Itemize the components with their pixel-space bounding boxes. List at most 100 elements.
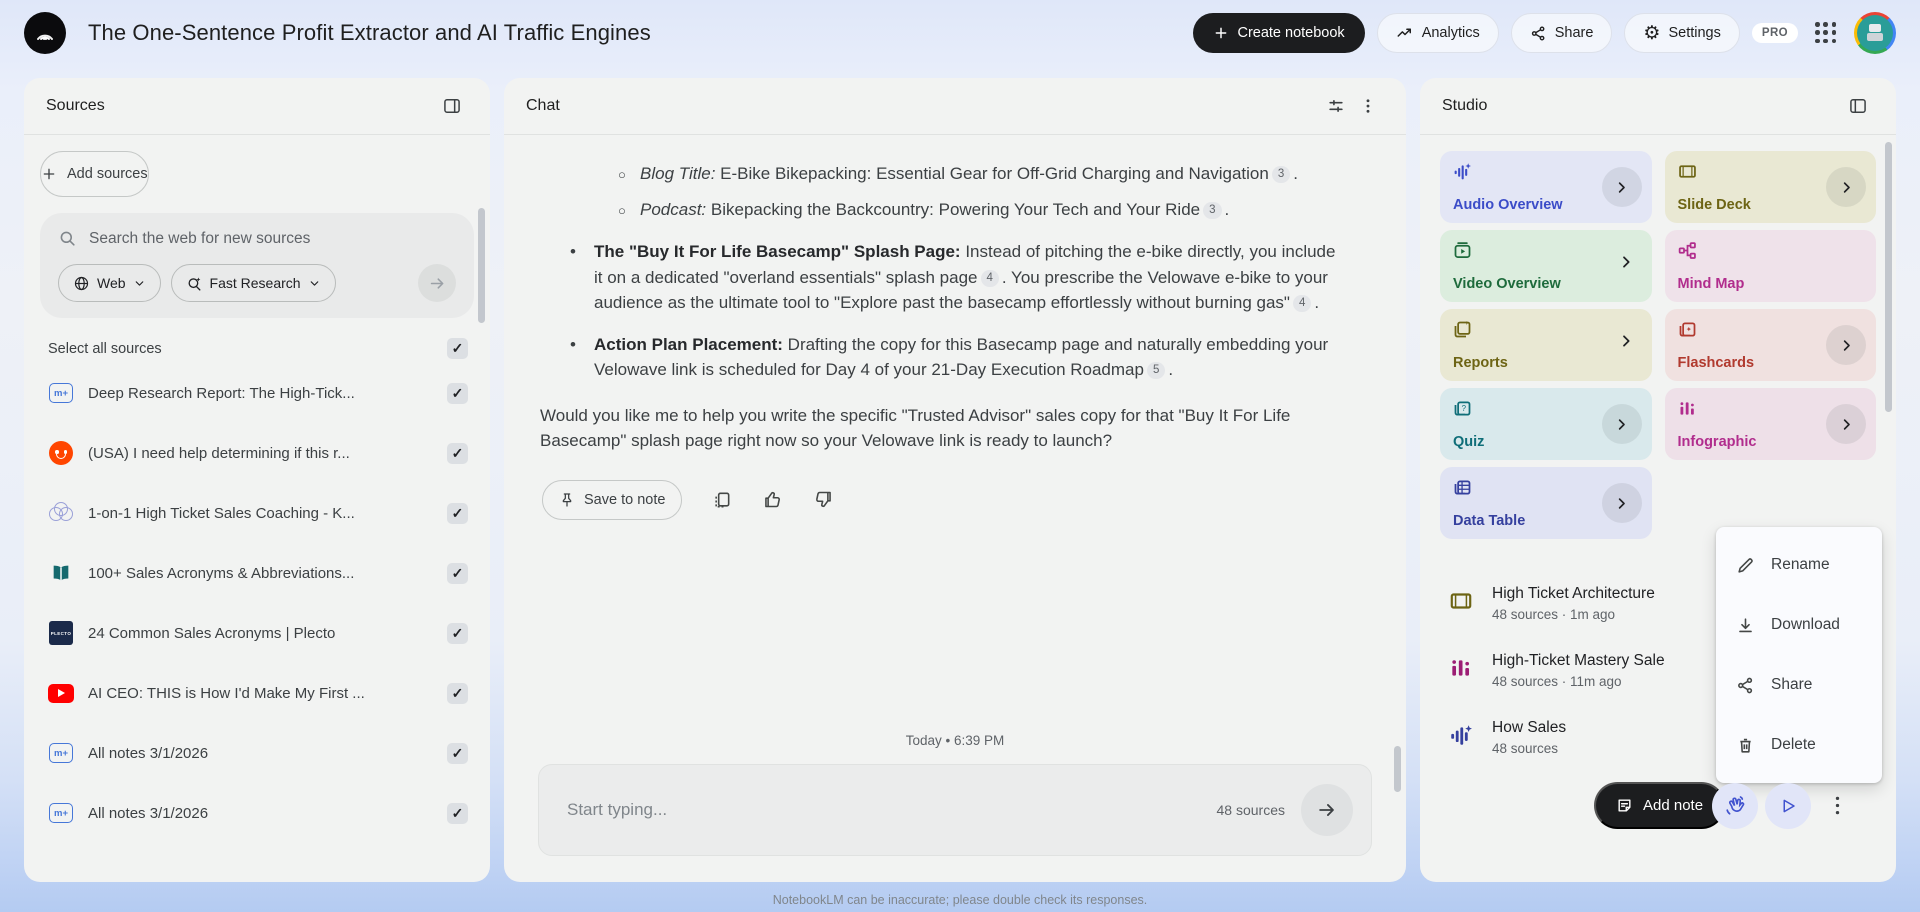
arrow-right-icon (1319, 804, 1334, 816)
chevron-right-icon[interactable] (1826, 167, 1866, 207)
source-checkbox[interactable]: ✓ (447, 442, 468, 464)
chat-more-menu-icon[interactable] (1352, 90, 1384, 122)
select-all-checkbox[interactable]: ✓ (447, 338, 468, 359)
chat-input[interactable]: Start typing... 48 sources (538, 764, 1372, 856)
tile-flashcards[interactable]: Flashcards (1664, 309, 1876, 381)
account-avatar[interactable] (1854, 12, 1896, 54)
source-row[interactable]: PLECTO 24 Common Sales Acronyms | Plecto… (40, 603, 474, 663)
search-input[interactable]: Search the web for new sources (58, 229, 456, 248)
thumbs-down-icon[interactable] (813, 489, 834, 510)
interactive-mode-button[interactable] (1712, 783, 1758, 829)
chevron-right-icon[interactable] (1826, 404, 1866, 444)
source-row[interactable]: m+ All notes 3/1/2026 ✓ (40, 723, 474, 783)
source-row[interactable]: AI CEO: THIS is How I'd Make My First ..… (40, 663, 474, 723)
citation-chip[interactable]: 4 (1292, 295, 1312, 312)
source-checkbox[interactable]: ✓ (447, 742, 468, 764)
add-note-button[interactable]: Add note (1594, 782, 1726, 829)
chat-panel-title: Chat (526, 97, 560, 114)
play-button[interactable] (1765, 783, 1811, 829)
source-count-label: 48 sources (1216, 802, 1285, 818)
tile-audio-overview[interactable]: Audio Overview (1440, 151, 1652, 223)
tile-infographic[interactable]: Infographic (1664, 388, 1876, 460)
tile-label: Flashcards (1677, 355, 1755, 371)
source-checkbox[interactable]: ✓ (447, 382, 468, 404)
tile-label: Quiz (1453, 434, 1485, 450)
source-checkbox[interactable]: ✓ (447, 502, 468, 524)
data-table-icon (1454, 480, 1471, 495)
chevron-right-icon[interactable] (1618, 254, 1634, 270)
robot-avatar-image (1867, 24, 1883, 42)
tile-data-table[interactable]: Data Table (1440, 467, 1652, 539)
chevron-right-icon[interactable] (1601, 167, 1642, 207)
analytics-button[interactable]: Analytics (1376, 13, 1499, 53)
chevron-right-icon[interactable] (1601, 404, 1642, 444)
globe-icon (74, 276, 89, 290)
chat-message-area[interactable]: ○ Blog Title: E-Bike Bikepacking: Essent… (504, 135, 1406, 733)
context-menu-download[interactable]: Download (1716, 595, 1882, 655)
source-row[interactable]: m+ Deep Research Report: The High-Tick..… (40, 363, 474, 423)
note-context-menu: Rename Download Share Delete (1716, 527, 1882, 783)
plecto-icon: PLECTO (49, 621, 73, 645)
chevron-right-icon[interactable] (1601, 483, 1642, 523)
source-row[interactable]: (USA) I need help determining if this r.… (40, 423, 474, 483)
arrow-right-icon (430, 277, 443, 289)
chevron-down-icon (310, 280, 318, 286)
citation-chip[interactable]: 3 (1271, 166, 1291, 183)
slide-deck-icon (1678, 165, 1696, 178)
context-menu-share[interactable]: Share (1716, 655, 1882, 715)
source-row[interactable]: 1-on-1 High Ticket Sales Coaching - K...… (40, 483, 474, 543)
chat-date-label: Today • 6:39 PM (905, 733, 1005, 748)
web-filter-label: Web (97, 275, 126, 291)
source-row[interactable]: 100+ Sales Acronyms & Abbreviations... ✓ (40, 543, 474, 603)
tile-quiz[interactable]: ? Quiz (1440, 388, 1652, 460)
research-mode-label: Fast Research (209, 275, 301, 291)
source-checkbox[interactable]: ✓ (447, 622, 468, 644)
chevron-right-icon[interactable] (1826, 325, 1866, 365)
collapse-sources-panel-icon[interactable] (436, 90, 468, 122)
tile-reports[interactable]: Reports (1440, 309, 1652, 381)
tile-label: Data Table (1453, 513, 1526, 529)
add-sources-button[interactable]: Add sources (40, 151, 149, 197)
chat-bullet: • The "Buy It For Life Basecamp" Splash … (570, 242, 1336, 312)
research-mode-dropdown[interactable]: Fast Research (170, 264, 336, 302)
pencil-icon (1738, 557, 1753, 573)
tile-mind-map[interactable]: Mind Map (1664, 230, 1876, 302)
note-more-menu-icon[interactable] (1828, 792, 1847, 819)
source-checkbox[interactable]: ✓ (447, 682, 468, 704)
settings-button[interactable]: ⚙ Settings (1624, 13, 1740, 53)
citation-chip[interactable]: 4 (980, 269, 999, 287)
collapse-studio-panel-icon[interactable] (1842, 90, 1874, 122)
venn-circles-icon (49, 502, 73, 524)
source-checkbox[interactable]: ✓ (447, 802, 468, 824)
send-message-button[interactable] (1301, 784, 1353, 836)
citation-chip[interactable]: 3 (1203, 201, 1222, 219)
create-notebook-button[interactable]: Create notebook (1193, 13, 1365, 53)
save-to-note-button[interactable]: Save to note (542, 479, 683, 520)
chat-scrollbar[interactable] (1394, 746, 1401, 792)
web-filter-dropdown[interactable]: Web (58, 264, 161, 302)
source-checkbox[interactable]: ✓ (447, 562, 468, 584)
google-apps-grid-icon[interactable] (1810, 17, 1842, 49)
search-submit-button[interactable] (418, 264, 456, 302)
context-menu-delete[interactable]: Delete (1716, 715, 1882, 775)
notebooklm-logo-icon[interactable] (24, 12, 66, 54)
context-menu-rename[interactable]: Rename (1716, 535, 1882, 595)
studio-panel: Studio Audio Overview Slide Deck Video O… (1420, 78, 1896, 882)
notebook-title[interactable]: The One-Sentence Profit Extractor and AI… (88, 20, 651, 46)
tile-slide-deck[interactable]: Slide Deck (1664, 151, 1876, 223)
studio-scrollbar[interactable] (1885, 142, 1892, 412)
bullet-label: Action Plan Placement: (594, 334, 783, 354)
note-title: High-Ticket Mastery Sale (1492, 652, 1665, 669)
chevron-right-icon[interactable] (1618, 333, 1634, 349)
plus-icon (1216, 27, 1227, 39)
tile-video-overview[interactable]: Video Overview (1440, 230, 1652, 302)
chat-settings-icon[interactable] (1320, 90, 1352, 122)
note-title: How Sales (1492, 719, 1567, 736)
share-button[interactable]: Share (1510, 13, 1613, 53)
copy-icon[interactable] (712, 490, 732, 510)
citation-chip[interactable]: 5 (1146, 362, 1166, 379)
sources-scrollbar[interactable] (478, 208, 485, 323)
thumbs-up-icon[interactable] (762, 489, 783, 510)
source-row[interactable]: m+ All notes 3/1/2026 ✓ (40, 783, 474, 843)
podcast-label: Podcast: (640, 199, 707, 219)
